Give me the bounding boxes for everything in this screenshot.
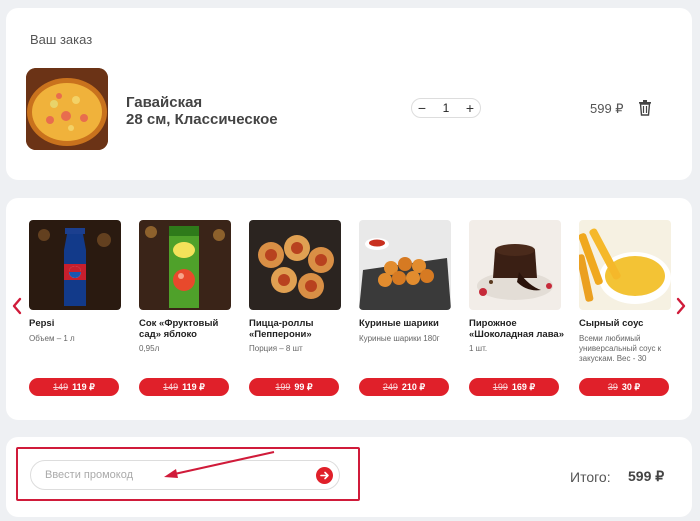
order-item-name: Гавайская: [126, 94, 203, 111]
new-price: 30 ₽: [621, 381, 641, 392]
product-subtitle: Куриные шарики 180г: [359, 334, 440, 343]
old-price: 199: [275, 382, 291, 392]
order-title: Ваш заказ: [30, 32, 93, 47]
product-subtitle: Порция – 8 шт: [249, 344, 303, 353]
product-name: Пицца-роллы «Пепперони»: [249, 318, 314, 340]
order-item-price: 599 ₽: [590, 101, 624, 116]
old-price: 39: [607, 382, 618, 392]
new-price: 119 ₽: [182, 381, 205, 392]
product-card[interactable]: Сок «Фруктовый сад» яблоко 0,95л 149 119…: [139, 220, 231, 400]
new-price: 119 ₽: [72, 381, 95, 392]
product-name: Куриные шарики: [359, 318, 439, 329]
add-product-button[interactable]: 149 119 ₽: [29, 378, 119, 396]
new-price: 99 ₽: [294, 381, 313, 392]
quantity-stepper: − 1 +: [411, 98, 481, 118]
chevron-left-icon[interactable]: [10, 296, 24, 316]
trash-icon[interactable]: [638, 100, 652, 116]
product-card[interactable]: Пирожное «Шоколадная лава» 1 шт. 199 169…: [469, 220, 564, 400]
product-card[interactable]: Куриные шарики Куриные шарики 180г 249 2…: [359, 220, 451, 400]
old-price: 199: [492, 382, 508, 392]
product-card[interactable]: Сырный соус Всеми любимый универсальный …: [579, 220, 671, 400]
add-product-button[interactable]: 39 30 ₽: [579, 378, 669, 396]
product-image-cheese-sauce: [579, 220, 671, 310]
chevron-right-icon[interactable]: [674, 296, 688, 316]
old-price: 249: [382, 382, 398, 392]
product-subtitle: Объем – 1 л: [29, 334, 75, 343]
order-card: Ваш заказ Гавайская 28 см, Классическое …: [6, 8, 692, 180]
product-image-chicken-balls: [359, 220, 451, 310]
product-name: Сок «Фруктовый сад» яблоко: [139, 318, 219, 340]
total-value: 599 ₽: [628, 468, 665, 484]
product-subtitle: 1 шт.: [469, 344, 488, 353]
product-name: Pepsi: [29, 318, 55, 329]
add-product-button[interactable]: 249 210 ₽: [359, 378, 449, 396]
old-price: 149: [163, 382, 179, 392]
product-subtitle: 0,95л: [139, 344, 160, 353]
total-label: Итого:: [570, 469, 611, 485]
new-price: 169 ₽: [511, 381, 536, 392]
quantity-value: 1: [442, 101, 450, 115]
product-subtitle: Всеми любимый универсальный соус к закус…: [579, 334, 662, 363]
upsell-carousel: Pepsi Объем – 1 л 149 119 ₽ Сок «Фруктов…: [6, 198, 692, 420]
product-card[interactable]: Пицца-роллы «Пепперони» Порция – 8 шт 19…: [249, 220, 341, 400]
product-name: Сырный соус: [579, 318, 644, 329]
product-card[interactable]: Pepsi Объем – 1 л 149 119 ₽: [29, 220, 121, 400]
increase-quantity-button[interactable]: +: [462, 100, 478, 116]
old-price: 149: [53, 382, 69, 392]
arrow-right-icon[interactable]: [316, 467, 333, 484]
product-image-pizza-rolls: [249, 220, 341, 310]
product-image-juice: [139, 220, 231, 310]
annotation-arrow-icon: [164, 451, 275, 478]
order-item-description: 28 см, Классическое: [126, 111, 278, 128]
new-price: 210 ₽: [401, 381, 426, 392]
add-product-button[interactable]: 149 119 ₽: [139, 378, 229, 396]
add-product-button[interactable]: 199 99 ₽: [249, 378, 339, 396]
add-product-button[interactable]: 199 169 ₽: [469, 378, 559, 396]
product-image-lava-cake: [469, 220, 561, 310]
product-name: Пирожное «Шоколадная лава»: [469, 318, 564, 340]
pizza-image: [26, 68, 108, 150]
decrease-quantity-button[interactable]: −: [414, 100, 430, 116]
checkout-summary: Итого: 599 ₽: [6, 437, 692, 517]
product-image-pepsi: [29, 220, 121, 310]
